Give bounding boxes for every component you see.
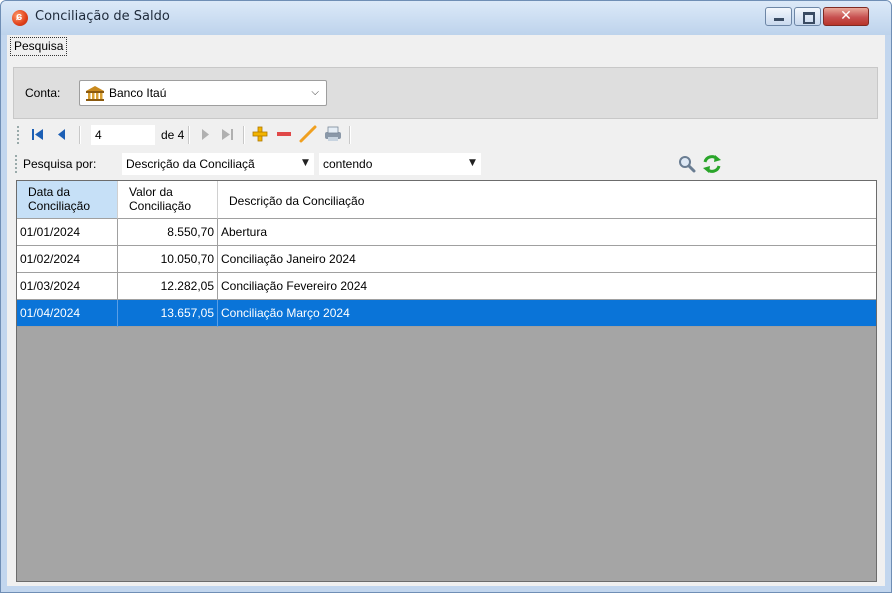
add-icon[interactable] (252, 126, 268, 142)
table-row[interactable]: 01/02/2024 10.050,70 Conciliação Janeiro… (17, 246, 876, 273)
refresh-icon[interactable] (702, 154, 722, 174)
chevron-down-icon[interactable]: ⌵ (311, 87, 319, 98)
menu-pesquisa[interactable]: Pesquisa (10, 37, 68, 56)
cell-descricao[interactable]: Conciliação Fevereiro 2024 (218, 273, 876, 300)
cell-valor[interactable]: 12.282,05 (118, 273, 218, 300)
search-field-value: Descrição da Conciliaçã (126, 157, 255, 171)
column-header-line: Conciliação (129, 199, 192, 213)
client-area: Pesquisa Conta: Banco Itaú ⌵ 4 de 4 Pesq… (7, 35, 885, 586)
minimize-button[interactable] (765, 7, 792, 26)
conta-panel: Conta: Banco Itaú ⌵ (13, 67, 878, 119)
toolbar-separator (188, 126, 190, 144)
cell-descricao[interactable]: Conciliação Janeiro 2024 (218, 246, 876, 273)
column-header-line: Conciliação (28, 199, 91, 213)
column-header-data[interactable]: Data da Conciliação (17, 181, 118, 219)
conciliation-grid[interactable]: Data da Conciliação Valor da Conciliação… (16, 180, 877, 582)
maximize-button[interactable] (794, 7, 821, 26)
move-previous-icon[interactable] (57, 128, 67, 141)
count-label: de 4 (161, 128, 185, 142)
table-row[interactable]: 01/01/2024 8.550,70 Abertura (17, 219, 876, 246)
toolbar-grip[interactable] (17, 126, 21, 144)
toolbar-separator (243, 126, 245, 144)
search-by-label: Pesquisa por: (23, 157, 97, 171)
delete-icon[interactable] (276, 126, 292, 142)
toolbar-separator (79, 126, 81, 144)
column-header-line: Descrição da Conciliação (229, 194, 365, 208)
cell-data[interactable]: 01/03/2024 (17, 273, 118, 300)
main-window: ɕ Conciliação de Saldo ✕ Pesquisa Conta: (0, 0, 892, 593)
toolbar-grip[interactable] (15, 155, 19, 173)
search-mode-value: contendo (323, 157, 373, 171)
menu-bar: Pesquisa (7, 35, 885, 57)
column-header-descricao[interactable]: Descrição da Conciliação (218, 181, 876, 219)
search-icon[interactable] (678, 155, 696, 173)
title-bar[interactable]: ɕ Conciliação de Saldo ✕ (1, 1, 891, 35)
binding-navigator: de 4 (13, 122, 878, 148)
edit-icon[interactable] (299, 125, 317, 143)
column-header-line: Data da (28, 185, 71, 199)
cell-valor[interactable]: 10.050,70 (118, 246, 218, 273)
cell-data[interactable]: 01/04/2024 (17, 300, 118, 327)
column-header-valor[interactable]: Valor da Conciliação (118, 181, 218, 219)
dropdown-arrow-icon[interactable]: ▼ (302, 158, 309, 168)
minimize-icon (774, 18, 784, 21)
close-button[interactable]: ✕ (823, 7, 869, 26)
cell-data[interactable]: 01/01/2024 (17, 219, 118, 246)
close-icon: ✕ (840, 8, 852, 24)
cell-valor[interactable]: 13.657,05 (118, 300, 218, 327)
cell-descricao[interactable]: Abertura (218, 219, 876, 246)
cell-descricao[interactable]: Conciliação Março 2024 (218, 300, 876, 327)
table-row-selected[interactable]: 01/04/2024 13.657,05 Conciliação Março 2… (17, 300, 876, 327)
cell-valor[interactable]: 8.550,70 (118, 219, 218, 246)
toolbar-separator (349, 126, 351, 144)
conta-select[interactable]: Banco Itaú ⌵ (79, 80, 327, 106)
table-row[interactable]: 01/03/2024 12.282,05 Conciliação Feverei… (17, 273, 876, 300)
move-first-icon[interactable] (31, 128, 44, 141)
maximize-icon (803, 12, 815, 24)
search-field-select[interactable]: Descrição da Conciliaçã ▼ (122, 153, 314, 175)
search-toolbar: Pesquisa por: Descrição da Conciliaçã ▼ … (13, 151, 878, 177)
window-title: Conciliação de Saldo (35, 9, 170, 24)
conta-value: Banco Itaú (109, 86, 167, 100)
conta-label: Conta: (25, 86, 61, 100)
move-next-icon[interactable] (200, 128, 210, 141)
position-input[interactable] (91, 125, 155, 145)
move-last-icon[interactable] (221, 128, 234, 141)
dropdown-arrow-icon[interactable]: ▼ (469, 158, 476, 168)
search-mode-select[interactable]: contendo ▼ (319, 153, 481, 175)
cell-data[interactable]: 01/02/2024 (17, 246, 118, 273)
bank-icon (86, 86, 104, 101)
print-icon[interactable] (324, 126, 342, 142)
column-header-line: Valor da (129, 185, 173, 199)
app-icon[interactable]: ɕ (12, 10, 28, 26)
